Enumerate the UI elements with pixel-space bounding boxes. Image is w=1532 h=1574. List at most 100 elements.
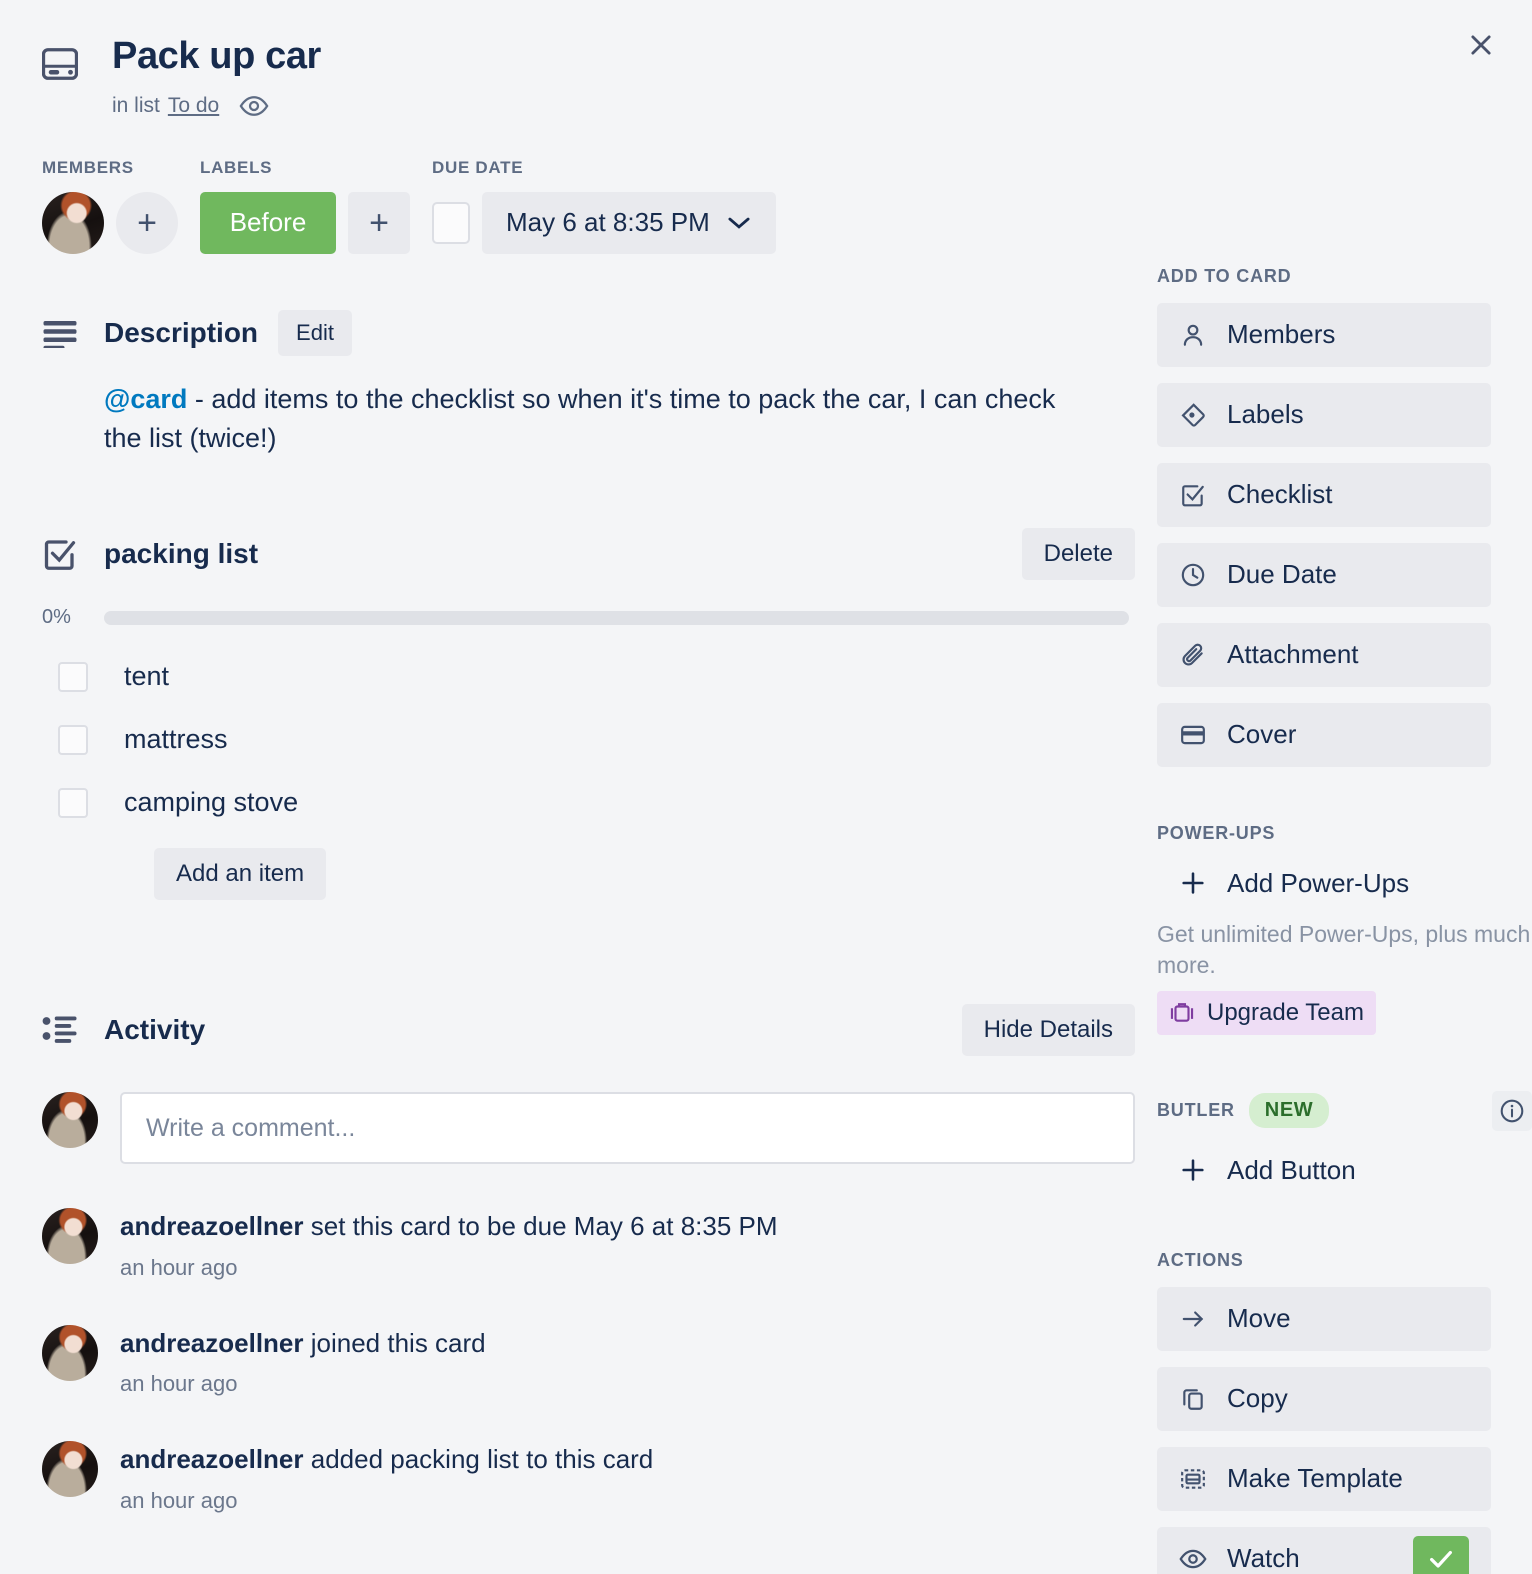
add-label-button[interactable]: + <box>348 191 410 254</box>
label-chip-before[interactable]: Before <box>200 191 336 254</box>
activity-text: andreazoellner set this card to be due M… <box>120 1210 778 1243</box>
page-title: Pack up car <box>112 35 321 77</box>
actions-heading: ACTIONS <box>1157 1249 1244 1270</box>
add-checklist-item-button[interactable]: Add an item <box>154 848 327 901</box>
checklist-item: camping stove <box>42 787 1135 818</box>
activity-user[interactable]: andreazoellner <box>120 1444 304 1474</box>
sidebar-item-labels[interactable]: Labels <box>1157 382 1491 447</box>
labels-label: LABELS <box>200 157 273 177</box>
checklist-item-checkbox[interactable] <box>58 661 88 692</box>
checklist-item-label[interactable]: mattress <box>124 724 228 755</box>
activity-body: andreazoellner added packing list to thi… <box>120 1441 653 1514</box>
status-badge: NEW <box>1248 1093 1330 1129</box>
delete-checklist-button[interactable]: Delete <box>1021 528 1135 581</box>
action-item-label: Make Template <box>1227 1463 1403 1494</box>
activity-text: andreazoellner added packing list to thi… <box>120 1443 653 1476</box>
checklist-item: tent <box>42 661 1135 692</box>
add-power-ups-label: Add Power-Ups <box>1227 867 1410 898</box>
checklist-header: packing list Delete <box>42 528 1135 581</box>
sidebar-item-due-date[interactable]: Due Date <box>1157 542 1491 607</box>
progress-track <box>104 610 1129 625</box>
action-item-copy[interactable]: Copy <box>1157 1366 1491 1431</box>
due-date-button[interactable]: May 6 at 8:35 PM <box>482 191 776 254</box>
activity-user[interactable]: andreazoellner <box>120 1328 304 1358</box>
action-item-make-template[interactable]: Make Template <box>1157 1446 1491 1511</box>
sidebar-item-label: Checklist <box>1227 479 1333 510</box>
briefcase-icon <box>1169 1001 1195 1025</box>
avatar <box>42 1208 98 1265</box>
avatar <box>42 1324 98 1381</box>
checklist-item-label[interactable]: tent <box>124 661 169 692</box>
copy-icon <box>1179 1386 1207 1412</box>
add-power-ups-button[interactable]: Add Power-Ups <box>1157 860 1532 907</box>
due-date-checkbox[interactable] <box>432 201 470 244</box>
avatar[interactable] <box>42 191 104 254</box>
checklist-item-checkbox[interactable] <box>58 787 88 818</box>
plus-icon: + <box>137 203 157 242</box>
power-ups-heading: POWER-UPS <box>1157 822 1276 843</box>
activity-action: added packing list to this card <box>303 1444 654 1475</box>
activity-header: Activity Hide Details <box>42 1004 1135 1057</box>
checklist-progress: 0% <box>42 606 1135 629</box>
eye-icon[interactable] <box>239 95 269 117</box>
close-button[interactable] <box>1458 22 1504 68</box>
info-icon <box>1500 1099 1524 1123</box>
hide-details-button[interactable]: Hide Details <box>961 1004 1135 1057</box>
plus-icon: + <box>369 203 389 242</box>
activity-user[interactable]: andreazoellner <box>120 1211 304 1241</box>
sidebar-item-label: Due Date <box>1227 559 1337 590</box>
action-item-watch[interactable]: Watch <box>1157 1526 1491 1574</box>
sidebar-item-members[interactable]: Members <box>1157 302 1491 367</box>
plus-icon-glyph <box>1182 872 1204 894</box>
action-item-move[interactable]: Move <box>1157 1286 1491 1351</box>
checklist-item-label[interactable]: camping stove <box>124 787 298 818</box>
add-butler-button[interactable]: Add Button <box>1157 1147 1532 1194</box>
butler-info-button[interactable] <box>1492 1090 1532 1131</box>
upgrade-team-button[interactable]: Upgrade Team <box>1157 990 1376 1035</box>
briefcase-icon-glyph <box>1170 1002 1194 1022</box>
plus-icon-glyph <box>1182 1159 1204 1182</box>
card-header: Pack up car in list To do <box>0 0 1532 118</box>
add-member-button[interactable]: + <box>116 191 178 254</box>
activity-item: andreazoellner added packing list to thi… <box>42 1441 1135 1514</box>
chevron-down-icon <box>728 217 750 229</box>
checklist-icon-glyph <box>44 540 76 570</box>
members-group: MEMBERS + <box>42 158 178 254</box>
cover-icon <box>1179 723 1207 747</box>
power-ups-note: Get unlimited Power-Ups, plus much more. <box>1157 920 1531 978</box>
description-body: @card - add items to the checklist so wh… <box>104 380 1094 458</box>
activity-action: joined this card <box>303 1327 486 1358</box>
sidebar-item-cover[interactable]: Cover <box>1157 702 1491 767</box>
plus-icon <box>1179 869 1207 897</box>
eye-icon-glyph <box>239 95 269 116</box>
activity-title: Activity <box>104 1014 206 1046</box>
sidebar-item-attachment[interactable]: Attachment <box>1157 622 1491 687</box>
sidebar-item-checklist[interactable]: Checklist <box>1157 462 1491 527</box>
template-icon <box>1179 1467 1207 1491</box>
list-link[interactable]: To do <box>168 94 219 118</box>
activity-timestamp: an hour ago <box>120 1254 238 1280</box>
clock-icon <box>1179 562 1207 588</box>
checklist-title: packing list <box>104 538 259 570</box>
card-detail-modal: Pack up car in list To do MEMBERS + LABE… <box>0 0 1532 1574</box>
action-item-label: Copy <box>1227 1383 1288 1414</box>
action-item-label: Watch <box>1227 1543 1300 1574</box>
activity-text: andreazoellner joined this card <box>120 1327 486 1360</box>
butler-heading-row: BUTLER NEW <box>1157 1090 1532 1131</box>
add-button-label: Add Button <box>1227 1154 1356 1185</box>
activity-item: andreazoellner joined this card an hour a… <box>42 1324 1135 1398</box>
activity-body: andreazoellner set this card to be due M… <box>120 1208 778 1281</box>
eye-icon <box>1179 1548 1207 1570</box>
card-cover-icon <box>42 36 82 118</box>
edit-description-button[interactable]: Edit <box>278 309 352 356</box>
activity-action: set this card to be due May 6 at 8:35 PM <box>303 1211 778 1242</box>
checklist-item-checkbox[interactable] <box>58 724 88 755</box>
watch-enabled-badge[interactable] <box>1413 1535 1469 1574</box>
action-item-label: Move <box>1227 1303 1291 1334</box>
label-tag-icon <box>1179 402 1207 428</box>
mention-card[interactable]: @card <box>104 384 187 414</box>
due-date-label: DUE DATE <box>432 157 524 177</box>
activity-timestamp: an hour ago <box>120 1487 238 1513</box>
comment-input[interactable]: Write a comment... <box>120 1092 1135 1165</box>
sidebar-item-label: Members <box>1227 319 1336 350</box>
